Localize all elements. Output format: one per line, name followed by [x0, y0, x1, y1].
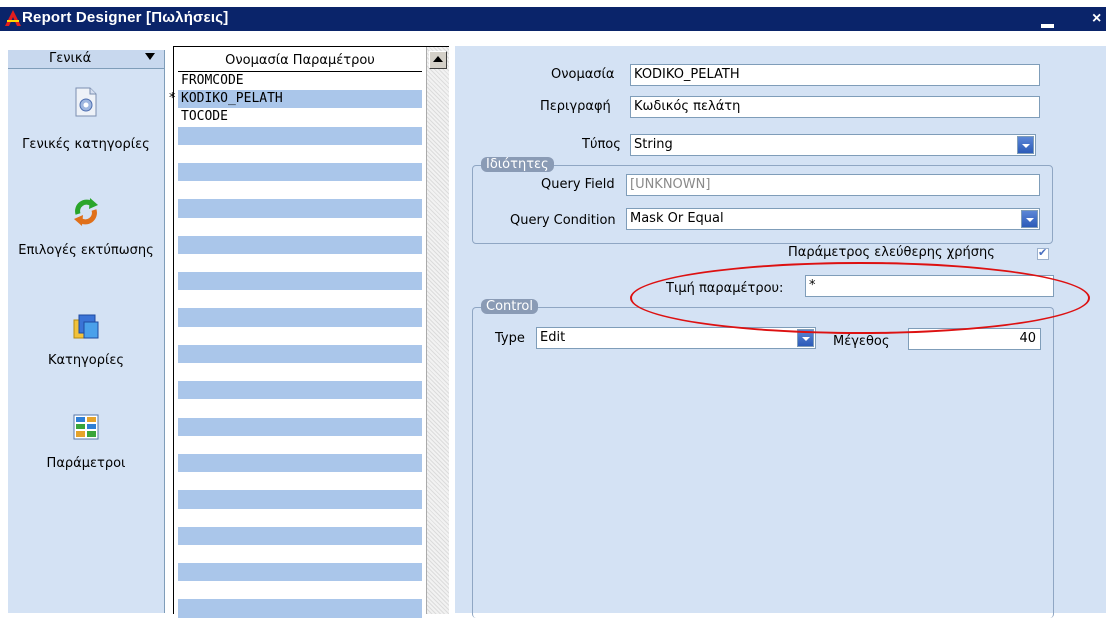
- description-field[interactable]: Κωδικός πελάτη: [630, 96, 1040, 118]
- app-logo-icon: [5, 10, 21, 26]
- properties-group-title: Ιδιότητες: [481, 157, 554, 172]
- control-type-select[interactable]: Edit: [536, 327, 816, 349]
- parameter-list-row[interactable]: [178, 344, 422, 363]
- parameter-list-row[interactable]: [178, 145, 422, 163]
- free-use-label: Παράμετρος ελεύθερης χρήσης: [788, 245, 995, 260]
- query-condition-value: Mask Or Equal: [630, 211, 724, 226]
- size-field[interactable]: 40: [908, 328, 1041, 350]
- sidebar-item-print-options[interactable]: Επιλογές εκτύπωσης: [8, 196, 164, 259]
- sidebar-item-parameters[interactable]: Παράμετροι: [8, 414, 164, 472]
- parameter-list-row[interactable]: [178, 436, 422, 454]
- parameter-list-row[interactable]: [178, 218, 422, 236]
- query-field-field[interactable]: [UNKNOWN]: [626, 174, 1040, 196]
- parameter-list-header[interactable]: Ονομασία Παραμέτρου: [178, 51, 422, 72]
- parameter-list-row[interactable]: [178, 162, 422, 182]
- query-condition-select[interactable]: Mask Or Equal: [626, 208, 1040, 230]
- query-field-label: Query Field: [541, 177, 615, 192]
- window-title: Report Designer [Πωλήσεις]: [22, 9, 229, 26]
- parameter-list-row[interactable]: [178, 327, 422, 345]
- param-value-field[interactable]: *: [805, 275, 1054, 297]
- parameter-name: FROMCODE: [181, 73, 244, 88]
- parameter-list-rows: FROMCODE KODIKO_PELATH * TOCODE: [169, 72, 422, 618]
- parameter-list-row[interactable]: [178, 290, 422, 308]
- parameter-list-row[interactable]: [178, 399, 422, 417]
- parameter-list-row[interactable]: [178, 272, 422, 291]
- parameter-list-row[interactable]: [178, 126, 422, 145]
- current-row-marker: *: [169, 91, 176, 107]
- chevron-down-icon[interactable]: [1021, 210, 1038, 228]
- description-label: Περιγραφή: [540, 99, 611, 114]
- sidebar-header-dropdown[interactable]: Γενικά: [8, 50, 164, 69]
- refresh-arrows-icon: [74, 198, 98, 226]
- parameter-list-row[interactable]: [178, 526, 422, 545]
- name-field[interactable]: KODIKO_PELATH: [630, 64, 1040, 86]
- parameter-list-row[interactable]: [178, 490, 422, 509]
- minimize-button[interactable]: [1038, 17, 1058, 29]
- parameter-list-row[interactable]: [178, 199, 422, 218]
- free-use-checkbox[interactable]: [1037, 246, 1049, 260]
- query-condition-label: Query Condition: [510, 213, 616, 228]
- window-titlebar: Report Designer [Πωλήσεις] ×: [0, 0, 1106, 31]
- document-gear-icon: [75, 87, 97, 117]
- parameter-properties-panel: Ονομασία KODIKO_PELATH Περιγραφή Κωδικός…: [455, 46, 1106, 618]
- type-select[interactable]: String: [630, 134, 1036, 156]
- parameter-list-row[interactable]: [178, 181, 422, 199]
- control-group: Control: [472, 299, 1054, 618]
- parameter-list-row[interactable]: FROMCODE: [178, 72, 422, 90]
- parameter-name: KODIKO_PELATH: [181, 91, 283, 107]
- chevron-down-icon[interactable]: [797, 329, 814, 347]
- folders-icon: [73, 314, 99, 339]
- parameter-list-row[interactable]: [178, 235, 422, 254]
- name-label: Ονομασία: [551, 67, 615, 82]
- parameter-list-row[interactable]: [178, 254, 422, 272]
- scroll-up-button[interactable]: [429, 51, 447, 69]
- parameter-list-row[interactable]: [178, 381, 422, 400]
- type-label: Τύπος: [582, 137, 621, 152]
- vertical-scrollbar[interactable]: [426, 47, 449, 614]
- sidebar-item-label: Κατηγορίες: [47, 353, 125, 368]
- sidebar-item-label: Παράμετροι: [46, 456, 126, 471]
- parameters-grid-icon: [73, 414, 99, 440]
- close-button[interactable]: ×: [1092, 10, 1101, 28]
- sidebar-item-categories[interactable]: Κατηγορίες: [8, 310, 164, 369]
- parameter-list-row[interactable]: [178, 453, 422, 473]
- dropdown-arrow-icon: [145, 53, 155, 60]
- parameter-list-row[interactable]: [178, 472, 422, 490]
- param-value-label: Τιμή παραμέτρου:: [666, 281, 784, 296]
- parameter-list-row[interactable]: [178, 308, 422, 327]
- sidebar-header-label: Γενικά: [49, 51, 92, 66]
- sidebar: Γενικά Γενικές κατηγορίες Επιλογές εκτύπ…: [8, 50, 165, 613]
- control-type-label: Type: [495, 331, 525, 346]
- parameter-list: Ονομασία Παραμέτρου FROMCODE KODIKO_PELAT…: [169, 46, 449, 618]
- parameter-list-row[interactable]: [178, 417, 422, 436]
- control-type-value: Edit: [540, 330, 566, 345]
- parameter-list-row[interactable]: [178, 599, 422, 618]
- size-label: Μέγεθος: [833, 334, 890, 349]
- parameter-list-row[interactable]: [178, 509, 422, 527]
- sidebar-item-general-categories[interactable]: Γενικές κατηγορίες: [8, 86, 164, 153]
- parameter-list-row[interactable]: KODIKO_PELATH *: [169, 90, 422, 109]
- parameter-list-row[interactable]: [178, 363, 422, 381]
- parameter-list-row[interactable]: [178, 545, 422, 563]
- parameter-name: TOCODE: [181, 109, 228, 125]
- parameter-list-row[interactable]: [178, 563, 422, 582]
- chevron-down-icon[interactable]: [1017, 136, 1034, 154]
- parameter-list-row[interactable]: [178, 581, 422, 599]
- sidebar-item-label: Γενικές κατηγορίες: [22, 137, 150, 152]
- type-select-value: String: [634, 137, 673, 152]
- control-group-title: Control: [481, 299, 538, 314]
- parameter-list-row[interactable]: TOCODE: [178, 108, 422, 126]
- sidebar-item-label: Επιλογές εκτύπωσης: [18, 243, 154, 258]
